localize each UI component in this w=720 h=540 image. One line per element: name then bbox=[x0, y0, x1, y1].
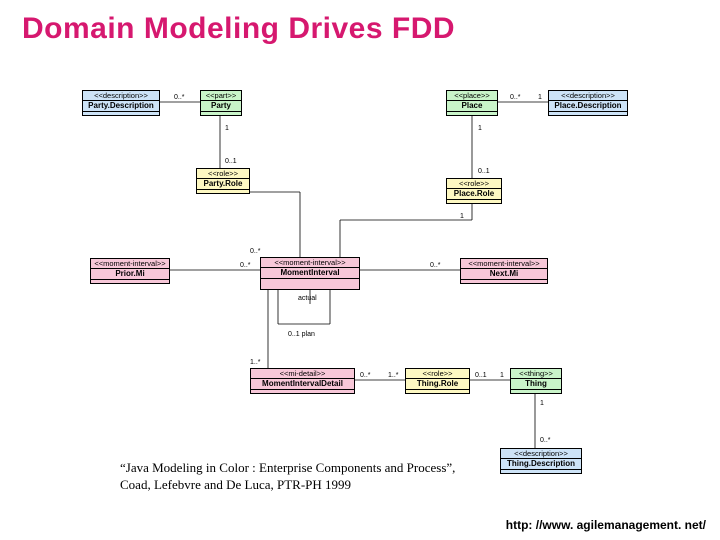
class-name: Thing bbox=[511, 379, 561, 389]
mult-label: 1 bbox=[538, 94, 542, 101]
stereotype: <<thing>> bbox=[511, 369, 561, 379]
stereotype: <<description>> bbox=[83, 91, 159, 101]
stereotype: <<moment-interval>> bbox=[261, 258, 359, 268]
stereotype: <<part>> bbox=[201, 91, 241, 101]
class-name: Thing.Role bbox=[406, 379, 469, 389]
class-thing: <<thing>> Thing bbox=[510, 368, 562, 394]
class-name: Party.Role bbox=[197, 179, 249, 189]
footer-url: http: //www. agilemanagement. net/ bbox=[506, 518, 706, 532]
caption-line-2: Coad, Lefebvre and De Luca, PTR-PH 1999 bbox=[120, 477, 455, 494]
mult-label: 1 bbox=[460, 213, 464, 220]
mult-label: 1 bbox=[225, 125, 229, 132]
class-place-description: <<description>> Place.Description bbox=[548, 90, 628, 116]
stereotype: <<role>> bbox=[197, 169, 249, 179]
mult-label: 1 bbox=[540, 400, 544, 407]
stereotype: <<description>> bbox=[501, 449, 581, 459]
mult-label: 0..* bbox=[240, 262, 251, 269]
caption-line-1: “Java Modeling in Color : Enterprise Com… bbox=[120, 460, 455, 477]
mult-label: 0..1 bbox=[478, 168, 490, 175]
mult-label: 0..* bbox=[174, 94, 185, 101]
class-moment-interval-detail: <<mi-detail>> MomentIntervalDetail bbox=[250, 368, 355, 394]
class-thing-description: <<description>> Thing.Description bbox=[500, 448, 582, 474]
mult-label: 0..1 bbox=[475, 372, 487, 379]
class-name: Prior.Mi bbox=[91, 269, 169, 279]
mult-label: 0..* bbox=[360, 372, 371, 379]
mult-label: 0..* bbox=[430, 262, 441, 269]
class-party-description: <<description>> Party.Description bbox=[82, 90, 160, 116]
stereotype: <<description>> bbox=[549, 91, 627, 101]
class-prior-mi: <<moment-interval>> Prior.Mi bbox=[90, 258, 170, 284]
class-next-mi: <<moment-interval>> Next.Mi bbox=[460, 258, 548, 284]
mult-label: actual bbox=[298, 295, 317, 302]
stereotype: <<role>> bbox=[447, 179, 501, 189]
mult-label: 0..* bbox=[510, 94, 521, 101]
mult-label: 0..* bbox=[250, 248, 261, 255]
mult-label: 1..* bbox=[250, 359, 261, 366]
class-name: Party bbox=[201, 101, 241, 111]
class-name: Thing.Description bbox=[501, 459, 581, 469]
class-place-role: <<role>> Place.Role bbox=[446, 178, 502, 204]
mult-label: 1 bbox=[500, 372, 504, 379]
class-thing-role: <<role>> Thing.Role bbox=[405, 368, 470, 394]
stereotype: <<role>> bbox=[406, 369, 469, 379]
class-name: Place bbox=[447, 101, 497, 111]
stereotype: <<mi-detail>> bbox=[251, 369, 354, 379]
mult-label: 0..* bbox=[540, 437, 551, 444]
class-name: Place.Description bbox=[549, 101, 627, 111]
stereotype: <<moment-interval>> bbox=[91, 259, 169, 269]
mult-label: 1 bbox=[478, 125, 482, 132]
class-name: Next.Mi bbox=[461, 269, 547, 279]
class-moment-interval: <<moment-interval>> MomentInterval bbox=[260, 257, 360, 290]
class-name: Place.Role bbox=[447, 189, 501, 199]
stereotype: <<moment-interval>> bbox=[461, 259, 547, 269]
mult-label: 0..1 bbox=[225, 158, 237, 165]
class-place: <<place>> Place bbox=[446, 90, 498, 116]
class-party-role: <<role>> Party.Role bbox=[196, 168, 250, 194]
class-party: <<part>> Party bbox=[200, 90, 242, 116]
stereotype: <<place>> bbox=[447, 91, 497, 101]
class-name: MomentInterval bbox=[261, 268, 359, 278]
caption: “Java Modeling in Color : Enterprise Com… bbox=[120, 460, 455, 494]
mult-label: 1..* bbox=[388, 372, 399, 379]
page-title: Domain Modeling Drives FDD bbox=[22, 12, 455, 46]
class-name: MomentIntervalDetail bbox=[251, 379, 354, 389]
class-name: Party.Description bbox=[83, 101, 159, 111]
mult-label: 0..1 plan bbox=[288, 331, 315, 338]
